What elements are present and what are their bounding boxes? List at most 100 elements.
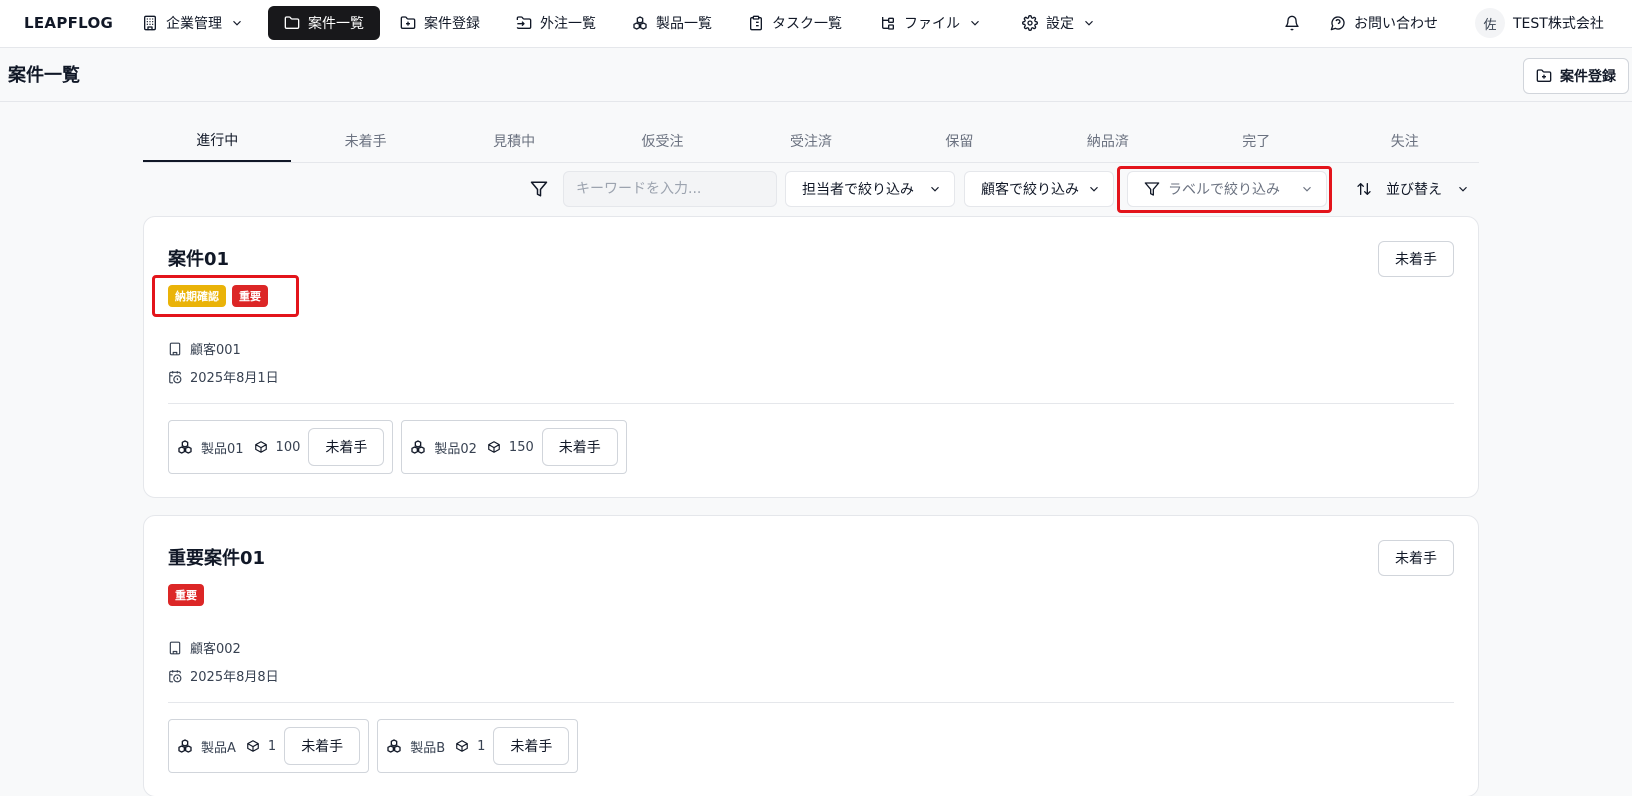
- tab-estimating[interactable]: 見積中: [440, 119, 588, 162]
- register-button-label: 案件登録: [1560, 69, 1616, 85]
- nav-label: ファイル: [904, 16, 960, 32]
- tab-on-hold[interactable]: 保留: [885, 119, 1033, 162]
- tab-delivered[interactable]: 納品済: [1034, 119, 1182, 162]
- brand-logo[interactable]: LEAPFLOG: [24, 14, 113, 32]
- folder-plus-icon: [1536, 68, 1552, 84]
- package-icon: [487, 440, 501, 454]
- label-badges: 重要: [168, 584, 204, 606]
- company-name: TEST株式会社: [1513, 16, 1604, 32]
- boxes-icon: [386, 738, 402, 754]
- customer-filter-label: 顧客で絞り込み: [981, 182, 1079, 198]
- product-status-button[interactable]: 未着手: [284, 727, 361, 765]
- notification-button[interactable]: [1284, 6, 1300, 40]
- product-chip[interactable]: 製品B 1 未着手: [377, 719, 579, 773]
- assignee-filter-select[interactable]: 担当者で絞り込み: [785, 171, 955, 207]
- tab-not-started[interactable]: 未着手: [291, 119, 439, 162]
- boxes-icon: [632, 15, 648, 31]
- customer-name: 顧客002: [190, 642, 241, 657]
- label-badge: 重要: [168, 584, 204, 606]
- chevron-down-icon: [968, 16, 982, 30]
- nav-item-outsource-list[interactable]: 外注一覧: [500, 6, 612, 40]
- product-chip[interactable]: 製品01 100 未着手: [168, 420, 394, 474]
- building-icon: [168, 342, 182, 356]
- label-badge: 重要: [232, 285, 268, 307]
- nav-item-project-register[interactable]: 案件登録: [384, 6, 496, 40]
- tab-lost[interactable]: 失注: [1331, 119, 1479, 162]
- nav-item-project-list[interactable]: 案件一覧: [268, 6, 380, 40]
- page-title: 案件一覧: [8, 65, 80, 86]
- project-status-button[interactable]: 未着手: [1378, 241, 1454, 277]
- user-menu[interactable]: 佐 TEST株式会社: [1475, 6, 1604, 40]
- product-name: 製品B: [410, 740, 446, 756]
- customer-filter-select[interactable]: 顧客で絞り込み: [964, 171, 1114, 207]
- product-name: 製品A: [201, 740, 236, 756]
- project-card[interactable]: 重要案件01 未着手 重要 顧客002 2025年8月8日 製品A 1 未着手 …: [143, 515, 1479, 796]
- tab-in-progress[interactable]: 進行中: [143, 119, 292, 162]
- folder-plus-icon: [400, 15, 416, 31]
- assignee-filter-label: 担当者で絞り込み: [802, 182, 914, 198]
- label-badges: 納期確認 重要: [168, 285, 268, 307]
- tab-provisional-order[interactable]: 仮受注: [588, 119, 736, 162]
- customer-name: 顧客001: [190, 343, 241, 358]
- nav-item-settings[interactable]: 設定: [1006, 6, 1112, 40]
- filter-icon: [1144, 181, 1160, 197]
- nav-item-files[interactable]: ファイル: [864, 6, 998, 40]
- boxes-icon: [177, 738, 193, 754]
- project-title[interactable]: 案件01: [168, 245, 229, 271]
- nav-item-company-management[interactable]: 企業管理: [126, 6, 260, 40]
- project-status-button[interactable]: 未着手: [1378, 540, 1454, 576]
- label-badge: 納期確認: [168, 285, 226, 307]
- project-card[interactable]: 案件01 未着手 納期確認 重要 顧客001 2025年8月1日 製品01 10…: [143, 216, 1479, 498]
- product-list: 製品A 1 未着手 製品B 1 未着手: [168, 719, 579, 773]
- chevron-down-icon: [230, 16, 244, 30]
- gear-icon: [1022, 15, 1038, 31]
- keyword-search-input[interactable]: [563, 171, 777, 207]
- label-filter-label: ラベルで絞り込み: [1168, 182, 1280, 198]
- divider: [168, 403, 1454, 404]
- product-name: 製品02: [434, 441, 477, 457]
- product-status-button[interactable]: 未着手: [541, 428, 618, 466]
- divider: [168, 702, 1454, 703]
- product-status-button[interactable]: 未着手: [308, 428, 385, 466]
- label-filter-select[interactable]: ラベルで絞り込み: [1127, 171, 1327, 207]
- nav-label: 設定: [1046, 16, 1074, 32]
- nav-label: 企業管理: [166, 16, 222, 32]
- nav-item-product-list[interactable]: 製品一覧: [616, 6, 728, 40]
- package-icon: [455, 739, 469, 753]
- nav-label: タスク一覧: [772, 16, 842, 32]
- building-icon: [142, 15, 158, 31]
- contact-link[interactable]: お問い合わせ: [1330, 6, 1438, 40]
- nav-label: 外注一覧: [540, 16, 596, 32]
- product-status-button[interactable]: 未着手: [493, 727, 570, 765]
- chevron-down-icon: [1087, 182, 1101, 196]
- register-project-button[interactable]: 案件登録: [1523, 58, 1629, 94]
- filter-icon[interactable]: [530, 180, 548, 198]
- chevron-down-icon: [1300, 182, 1314, 196]
- sort-arrows-icon: [1356, 181, 1372, 197]
- nav-item-task-list[interactable]: タスク一覧: [732, 6, 858, 40]
- message-circle-icon: [1330, 15, 1346, 31]
- product-quantity: 1: [477, 738, 486, 754]
- package-icon: [254, 440, 268, 454]
- project-title[interactable]: 重要案件01: [168, 544, 265, 570]
- sort-label: 並び替え: [1386, 182, 1442, 198]
- top-navigation: LEAPFLOG 企業管理 案件一覧 案件登録 外注一覧 製品一覧 タスク一覧 …: [0, 0, 1632, 48]
- folder-output-icon: [516, 15, 532, 31]
- customer-row: 顧客001: [168, 339, 241, 358]
- tab-ordered[interactable]: 受注済: [737, 119, 885, 162]
- sort-select[interactable]: 並び替え: [1352, 171, 1476, 207]
- calendar-clock-icon: [168, 669, 182, 683]
- building-icon: [168, 641, 182, 655]
- chevron-down-icon: [1456, 182, 1470, 196]
- date-row: 2025年8月1日: [168, 367, 279, 386]
- tab-completed[interactable]: 完了: [1182, 119, 1330, 162]
- package-icon: [246, 739, 260, 753]
- product-quantity: 100: [275, 439, 301, 455]
- status-tabs: 進行中 未着手 見積中 仮受注 受注済 保留 納品済 完了 失注: [143, 119, 1479, 163]
- product-quantity: 1: [267, 738, 277, 754]
- contact-label: お問い合わせ: [1354, 16, 1438, 32]
- customer-row: 顧客002: [168, 638, 241, 657]
- product-chip[interactable]: 製品02 150 未着手: [401, 420, 627, 474]
- product-chip[interactable]: 製品A 1 未着手: [168, 719, 370, 773]
- product-list: 製品01 100 未着手 製品02 150 未着手: [168, 420, 627, 474]
